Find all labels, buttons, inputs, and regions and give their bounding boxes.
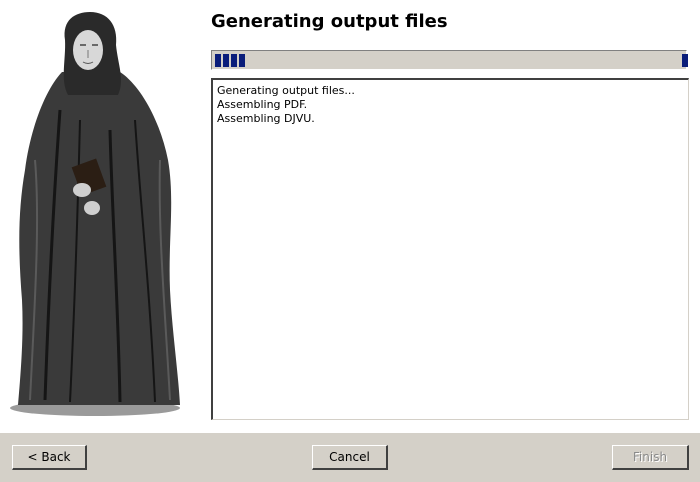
progress-segment	[682, 54, 688, 67]
progress-segment	[231, 54, 237, 67]
monk-engraving-icon	[10, 12, 180, 416]
finish-button[interactable]: Finish	[612, 445, 689, 470]
cancel-button[interactable]: Cancel	[312, 445, 388, 470]
progress-segment	[239, 54, 245, 67]
log-line: Assembling DJVU.	[217, 112, 315, 125]
log-line: Assembling PDF.	[217, 98, 308, 111]
progress-segment	[215, 54, 221, 67]
output-log[interactable]: Generating output files... Assembling PD…	[211, 78, 689, 420]
button-bar: < Back Cancel Finish	[0, 432, 700, 482]
progress-bar	[211, 50, 688, 70]
progress-segment	[223, 54, 229, 67]
back-button[interactable]: < Back	[12, 445, 87, 470]
page-title: Generating output files	[211, 11, 448, 32]
monk-engraving-image	[0, 0, 200, 432]
log-line: Generating output files...	[217, 84, 355, 97]
